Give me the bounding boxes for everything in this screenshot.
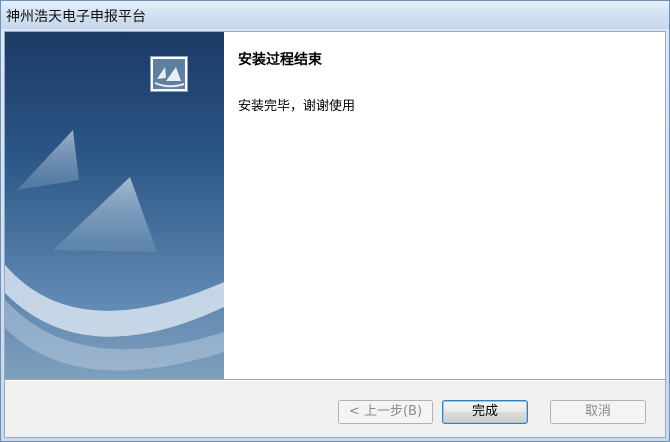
wizard-banner-image	[5, 32, 224, 379]
title-bar[interactable]: 神州浩天电子申报平台	[1, 1, 669, 29]
completion-message: 安装完毕，谢谢使用	[238, 99, 356, 114]
cancel-button[interactable]: 取消	[550, 400, 646, 424]
wizard-client-area: 安装过程结束 安装完毕，谢谢使用 < 上一步(B) 完成 取消	[4, 31, 666, 438]
wizard-content: 安装过程结束 安装完毕，谢谢使用	[224, 32, 665, 379]
finish-button[interactable]: 完成	[442, 400, 528, 424]
sail-banner-graphic	[5, 130, 224, 371]
window-title: 神州浩天电子申报平台	[6, 9, 146, 25]
page-title: 安装过程结束	[238, 52, 322, 68]
button-area-divider-highlight	[5, 380, 665, 381]
sail-logo-icon	[150, 56, 188, 92]
back-button[interactable]: < 上一步(B)	[338, 400, 433, 424]
installer-window: 神州浩天电子申报平台 安装过程结束 安装完毕，谢谢使用 < 上一步(B) 完成 …	[0, 0, 670, 442]
